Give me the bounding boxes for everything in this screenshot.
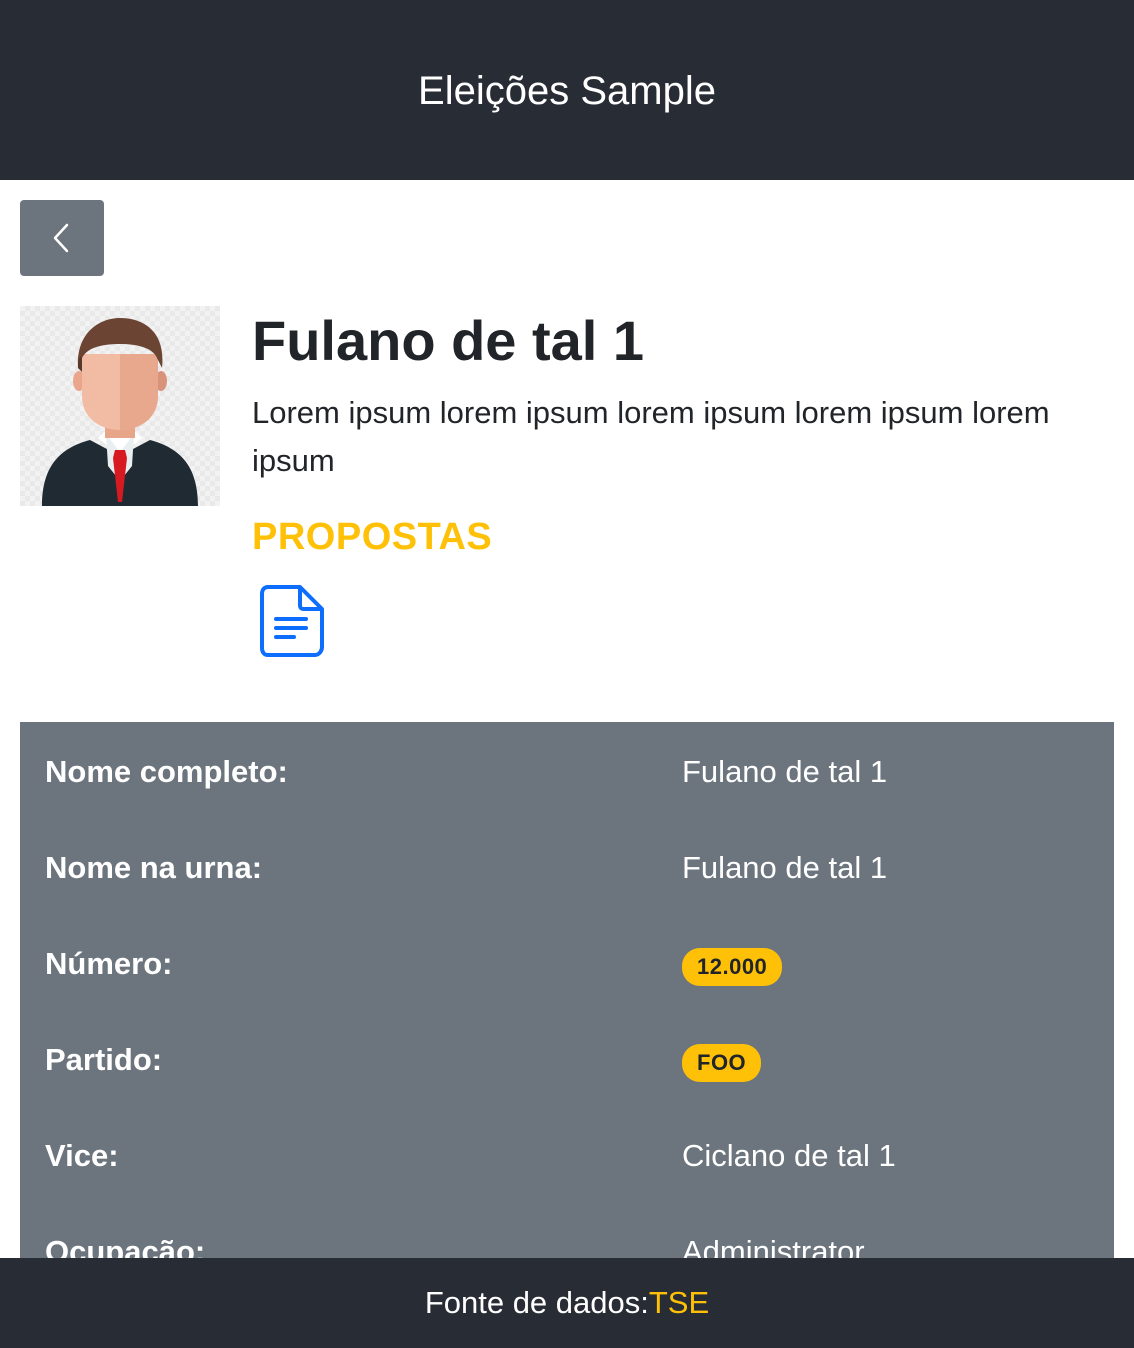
detail-row-numero: Número: (20, 914, 1114, 1010)
detail-label: Nome completo: (45, 754, 288, 789)
app-title: Eleições Sample (418, 68, 716, 113)
detail-value: Fulano de tal 1 (682, 850, 888, 885)
app-header: Eleições Sample (0, 0, 1134, 180)
candidate-avatar (20, 306, 220, 506)
detail-value: Fulano de tal 1 (682, 754, 888, 789)
propostas-heading: PROPOSTAS (252, 516, 493, 558)
candidate-name: Fulano de tal 1 (252, 309, 645, 372)
back-button[interactable] (20, 200, 104, 276)
footer-text: Fonte de dados: (424, 1285, 649, 1320)
detail-row-nome-completo: Nome completo: Fulano de tal 1 (20, 722, 1114, 818)
document-icon (260, 585, 324, 657)
chevron-left-icon (53, 223, 69, 253)
detail-value: Ciclano de tal 1 (682, 1138, 896, 1173)
detail-row-vice: Vice: Ciclano de tal 1 (20, 1106, 1114, 1202)
propostas-document-link[interactable] (260, 585, 324, 657)
detail-label: Nome na urna: (45, 850, 263, 885)
detail-label: Partido: (45, 1042, 163, 1077)
candidate-bio: Lorem ipsum lorem ipsum lorem ipsum lore… (252, 395, 1050, 478)
detail-row-partido: Partido: (20, 1010, 1114, 1106)
app-footer: Fonte de dados: TSE (0, 1258, 1134, 1348)
candidate-details-panel: Nome completo: Fulano de tal 1 Nome na u… (20, 722, 1114, 1282)
detail-label: Número: (45, 946, 173, 981)
detail-row-nome-urna: Nome na urna: Fulano de tal 1 (20, 818, 1114, 914)
partido-badge: FOO (682, 1044, 762, 1082)
detail-label: Vice: (45, 1138, 119, 1173)
numero-badge: 12.000 (682, 948, 783, 986)
footer-source-link[interactable]: TSE (649, 1285, 709, 1321)
